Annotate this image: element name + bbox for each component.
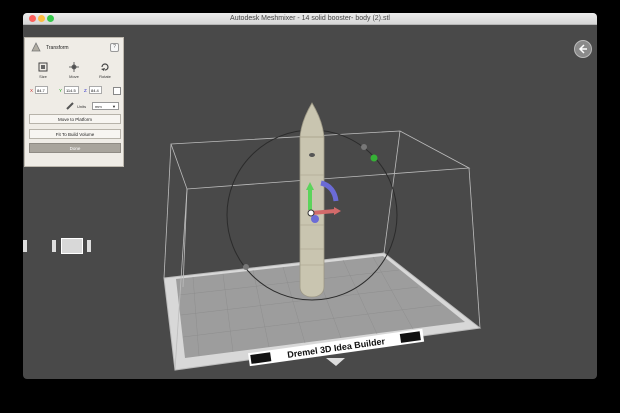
units-label: Units [77,104,87,109]
help-button[interactable]: ? [110,43,119,52]
z-axis-handle [311,215,319,223]
units-select[interactable]: mm ▼ [92,102,119,110]
rotate-handle-left [243,264,249,270]
chevron-down-icon: ▼ [112,104,116,109]
size-tool-label: Size [39,74,47,79]
rotate-handle-top [361,144,367,150]
y-rotate-handle [370,154,378,162]
back-button[interactable] [574,40,592,58]
3d-viewport[interactable]: Dremel 3D Idea Builder Transform ? Size … [23,25,597,379]
y-label: Y [59,88,63,93]
transform-icon [31,42,41,52]
object-thumbnail[interactable] [61,238,83,254]
ruler-icon [66,102,74,110]
move-to-platform-button[interactable]: Move to Platform [29,114,121,124]
size-icon [38,62,48,72]
uniform-scale-checkbox[interactable] [113,87,121,95]
back-arrow-icon [578,44,587,54]
rotate-tool-button[interactable]: Rotate [93,62,117,80]
size-tool-button[interactable]: Size [31,62,55,80]
left-edge-tab-2[interactable] [52,240,56,252]
rotate-icon [101,63,109,71]
left-edge-tab[interactable] [23,240,27,252]
x-size-input[interactable]: 84.7 [35,86,48,94]
done-button[interactable]: Done [29,143,121,153]
z-size-input[interactable]: 84.4 [89,86,102,94]
x-axis-arrow [311,209,336,215]
plate-front-tab [326,358,345,366]
panel-title: Transform [46,45,69,51]
rotate-tool-label: Rotate [99,74,111,79]
move-icon [69,62,79,72]
title-bar: Autodesk Meshmixer - 14 solid booster- b… [23,13,597,25]
right-edge-tab[interactable] [87,240,91,252]
gizmo-center [307,209,315,217]
move-tool-label: Move [69,74,79,79]
app-window: Autodesk Meshmixer - 14 solid booster- b… [23,13,597,379]
panel-header: Transform ? [25,38,123,58]
x-label: X [30,88,34,93]
z-label: Z [84,88,87,93]
move-tool-button[interactable]: Move [62,62,86,80]
fit-to-build-volume-button[interactable]: Fit To Build Volume [29,129,121,139]
window-title: Autodesk Meshmixer - 14 solid booster- b… [230,15,390,22]
transform-panel: Transform ? Size Move Rotate X 84.7 Y 11… [24,37,124,167]
units-value: mm [95,104,102,109]
y-size-input[interactable]: 114.5 [64,86,79,94]
